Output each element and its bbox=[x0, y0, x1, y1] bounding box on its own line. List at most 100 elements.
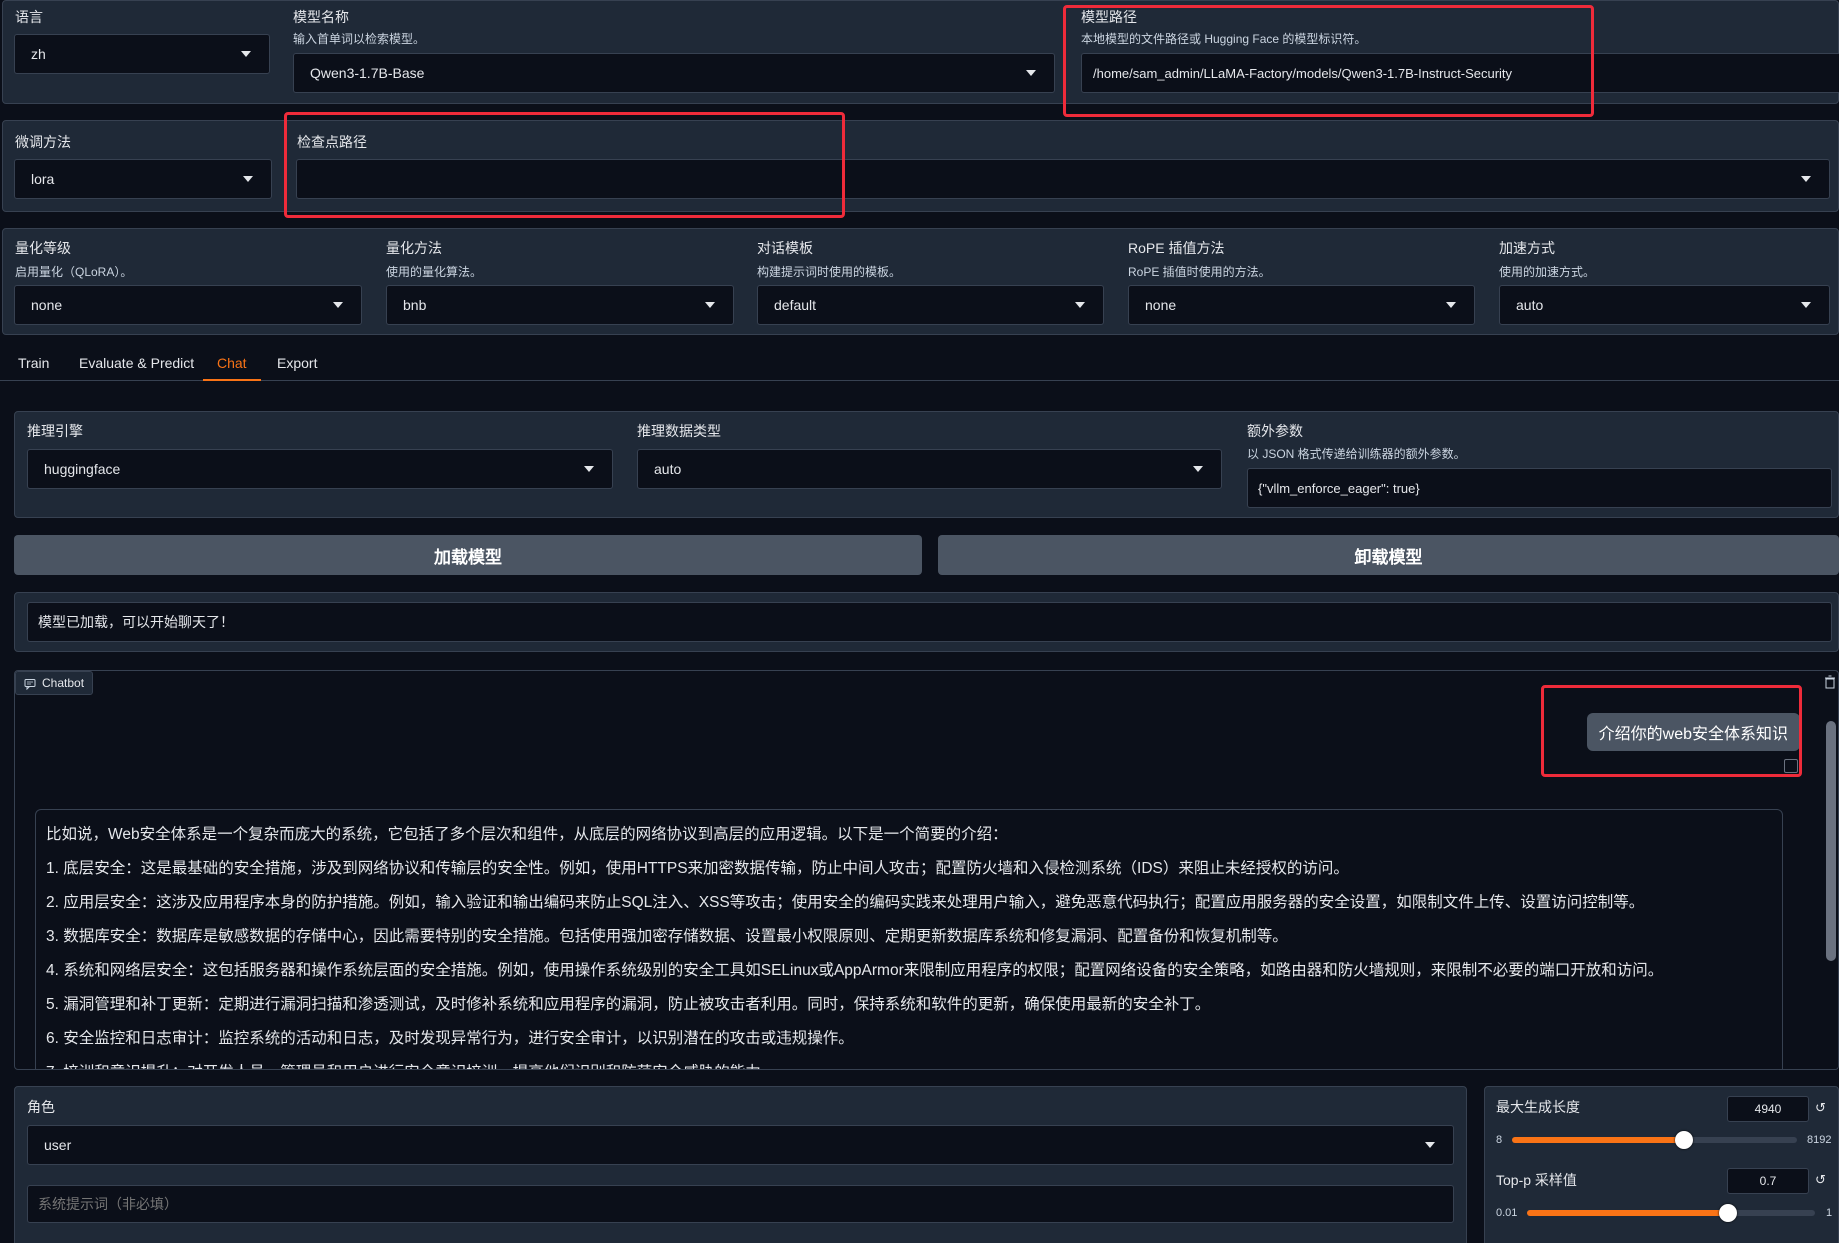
max-new-tokens-thumb[interactable] bbox=[1674, 1131, 1693, 1149]
reset-icon[interactable]: ↺ bbox=[1815, 1172, 1826, 1188]
active-tab-indicator bbox=[203, 379, 261, 381]
chevron-down-icon bbox=[584, 466, 594, 472]
bot-message-line: 5. 漏洞管理和补丁更新：定期进行漏洞扫描和渗透测试，及时修补系统和应用程序的漏… bbox=[46, 996, 1211, 1013]
quant-bit-value: none bbox=[31, 297, 63, 313]
top-p-input[interactable]: 0.7 bbox=[1727, 1168, 1809, 1194]
bot-message-line: 3. 数据库安全：数据库是敏感数据的存储中心，因此需要特别的安全措施。包括使用强… bbox=[46, 928, 1288, 945]
infer-dtype-value: auto bbox=[654, 461, 682, 477]
tab-evaluate-predict[interactable]: Evaluate & Predict bbox=[79, 355, 194, 371]
top-p-thumb[interactable] bbox=[1718, 1204, 1737, 1222]
role-label: 角色 bbox=[27, 1099, 55, 1115]
rope-value: none bbox=[1145, 297, 1177, 313]
chevron-down-icon bbox=[1026, 70, 1036, 76]
unload-model-button[interactable]: 卸载模型 bbox=[938, 535, 1839, 575]
chevron-down-icon bbox=[333, 302, 343, 308]
extra-args-hint: 以 JSON 格式传递给训练器的额外参数。 bbox=[1247, 447, 1466, 461]
model-name-hint: 输入首单词以检索模型。 bbox=[293, 32, 426, 46]
model-name-value: Qwen3-1.7B-Base bbox=[310, 65, 425, 81]
bot-message-line: 2. 应用层安全：这涉及应用程序本身的防护措施。例如，输入验证和输出编码来防止S… bbox=[46, 894, 1645, 911]
rope-dropdown[interactable]: none bbox=[1128, 285, 1475, 325]
chat-bubble-icon bbox=[24, 679, 36, 690]
system-prompt-input[interactable] bbox=[27, 1185, 1454, 1223]
chatbot-panel: Chatbot 介绍你的web安全体系知识 比如说，Web安全体系是一个复杂而庞… bbox=[14, 670, 1839, 1070]
infer-backend-label: 推理引擎 bbox=[27, 423, 83, 439]
max-new-tokens-label: 最大生成长度 bbox=[1496, 1099, 1580, 1115]
extra-args-label: 额外参数 bbox=[1247, 423, 1303, 439]
quant-method-value: bnb bbox=[403, 297, 427, 313]
quant-method-label: 量化方法 bbox=[386, 240, 442, 256]
model-path-input[interactable]: /home/sam_admin/LLaMA-Factory/models/Qwe… bbox=[1081, 53, 1839, 93]
rope-hint: RoPE 插值时使用的方法。 bbox=[1128, 265, 1271, 279]
chatbot-label: Chatbot bbox=[42, 676, 85, 690]
checkpoint-dropdown[interactable] bbox=[296, 159, 1830, 199]
bot-message-bubble: 比如说，Web安全体系是一个复杂而庞大的系统，它包括了多个层次和组件，从底层的网… bbox=[35, 809, 1783, 1069]
model-path-label: 模型路径 bbox=[1081, 9, 1137, 25]
chevron-down-icon bbox=[241, 51, 251, 57]
chevron-down-icon bbox=[1801, 302, 1811, 308]
chevron-down-icon bbox=[1075, 302, 1085, 308]
bot-message-line: 1. 底层安全：这是最基础的安全措施，涉及到网络协议和传输层的安全性。例如，使用… bbox=[46, 860, 1349, 877]
role-value: user bbox=[44, 1137, 72, 1153]
max-new-tokens-max: 8192 bbox=[1807, 1134, 1832, 1146]
tab-train[interactable]: Train bbox=[18, 355, 49, 371]
model-path-hint: 本地模型的文件路径或 Hugging Face 的模型标识符。 bbox=[1081, 32, 1367, 46]
booster-dropdown[interactable]: auto bbox=[1499, 285, 1830, 325]
lang-dropdown[interactable]: zh bbox=[14, 34, 270, 74]
finetune-method-dropdown[interactable]: lora bbox=[14, 159, 272, 199]
tab-chat[interactable]: Chat bbox=[217, 355, 247, 371]
load-model-button[interactable]: 加载模型 bbox=[14, 535, 922, 575]
model-name-label: 模型名称 bbox=[293, 9, 349, 25]
reset-icon[interactable]: ↺ bbox=[1815, 1100, 1826, 1116]
model-name-dropdown[interactable]: Qwen3-1.7B-Base bbox=[293, 53, 1055, 93]
max-new-tokens-input[interactable]: 4940 bbox=[1727, 1096, 1809, 1122]
status-box: 模型已加载，可以开始聊天了！ bbox=[27, 602, 1832, 642]
extra-args-input[interactable]: {"vllm_enforce_eager": true} bbox=[1247, 468, 1832, 508]
lang-value: zh bbox=[31, 46, 46, 62]
checkpoint-label: 检查点路径 bbox=[297, 134, 367, 150]
booster-label: 加速方式 bbox=[1499, 240, 1555, 256]
quant-bit-dropdown[interactable]: none bbox=[14, 285, 362, 325]
bot-message-line: 7. 培训和意识提升：对开发人员、管理员和用户进行安全意识培训，提高他们识别和防… bbox=[46, 1056, 1772, 1069]
finetune-method-value: lora bbox=[31, 171, 55, 187]
trash-icon[interactable] bbox=[1824, 675, 1836, 689]
chevron-down-icon bbox=[1446, 302, 1456, 308]
quant-bit-label: 量化等级 bbox=[15, 240, 71, 256]
rope-label: RoPE 插值方法 bbox=[1128, 240, 1225, 256]
top-p-slider[interactable] bbox=[1527, 1204, 1815, 1222]
max-new-tokens-min: 8 bbox=[1496, 1134, 1503, 1146]
chatbot-label-tag: Chatbot bbox=[15, 671, 94, 695]
infer-dtype-dropdown[interactable]: auto bbox=[637, 449, 1222, 489]
user-message-text: 介绍你的web安全体系知识 bbox=[1598, 726, 1788, 743]
infer-backend-value: huggingface bbox=[44, 461, 121, 477]
chat-scrollbar-thumb[interactable] bbox=[1826, 721, 1836, 961]
chevron-down-icon bbox=[1193, 466, 1203, 472]
booster-value: auto bbox=[1516, 297, 1544, 313]
bot-message-line: 4. 系统和网络层安全：这包括服务器和操作系统层面的安全措施。例如，使用操作系统… bbox=[46, 962, 1664, 979]
finetune-method-label: 微调方法 bbox=[15, 134, 71, 150]
top-p-label: Top-p 采样值 bbox=[1496, 1172, 1577, 1188]
template-label: 对话模板 bbox=[757, 240, 813, 256]
status-text: 模型已加载，可以开始聊天了！ bbox=[38, 614, 234, 630]
quant-method-hint: 使用的量化算法。 bbox=[386, 265, 483, 279]
booster-hint: 使用的加速方式。 bbox=[1499, 265, 1596, 279]
top-p-max: 1 bbox=[1826, 1207, 1833, 1219]
chevron-down-icon bbox=[1425, 1142, 1435, 1148]
template-value: default bbox=[774, 297, 817, 313]
template-hint: 构建提示词时使用的模板。 bbox=[757, 265, 902, 279]
bot-message-line: 比如说，Web安全体系是一个复杂而庞大的系统，它包括了多个层次和组件，从底层的网… bbox=[46, 826, 1008, 843]
top-p-min: 0.01 bbox=[1496, 1207, 1518, 1219]
infer-backend-dropdown[interactable]: huggingface bbox=[27, 449, 613, 489]
quant-method-dropdown[interactable]: bnb bbox=[386, 285, 734, 325]
model-path-value: /home/sam_admin/LLaMA-Factory/models/Qwe… bbox=[1093, 65, 1513, 81]
max-new-tokens-slider[interactable] bbox=[1512, 1131, 1797, 1149]
copy-icon[interactable] bbox=[1784, 759, 1798, 773]
tab-export[interactable]: Export bbox=[277, 355, 317, 371]
template-dropdown[interactable]: default bbox=[757, 285, 1104, 325]
top-p-value: 0.7 bbox=[1759, 1174, 1777, 1188]
chevron-down-icon bbox=[243, 176, 253, 182]
role-dropdown[interactable]: user bbox=[27, 1125, 1454, 1165]
bot-message-line: 6. 安全监控和日志审计：监控系统的活动和日志，及时发现异常行为，进行安全审计，… bbox=[46, 1030, 854, 1047]
chevron-down-icon bbox=[1801, 176, 1811, 182]
main-tabs: Train Evaluate & Predict Chat Export bbox=[0, 345, 1839, 381]
chat-scrollbar[interactable] bbox=[1824, 691, 1838, 1069]
